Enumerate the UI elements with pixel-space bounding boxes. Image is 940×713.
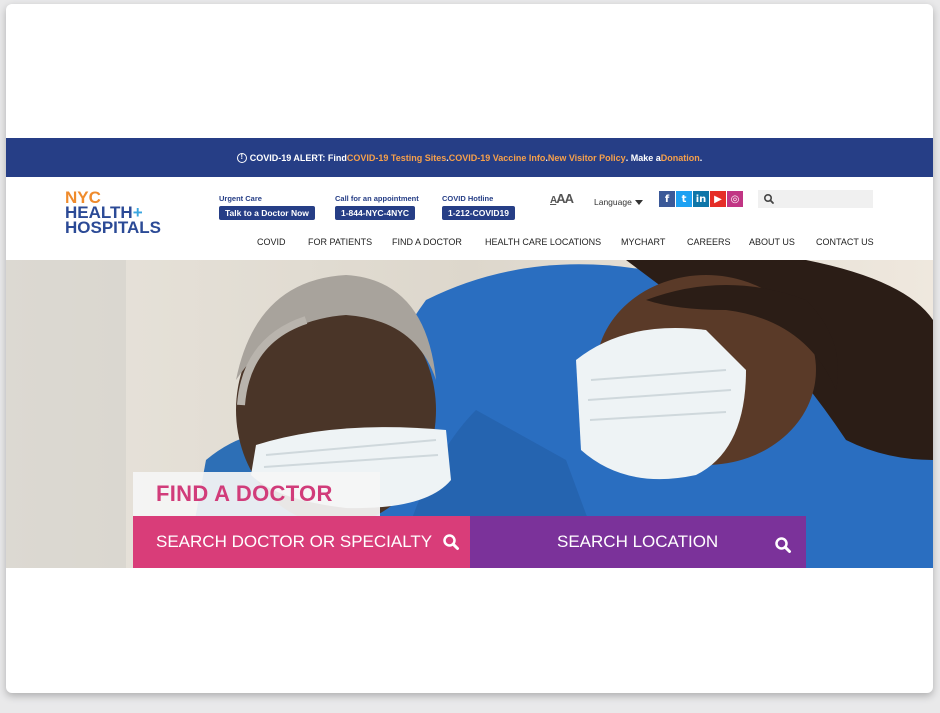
find-a-doctor-heading: FIND A DOCTOR (133, 472, 380, 516)
search-location-label: SEARCH LOCATION (557, 532, 719, 551)
search-doctor-label: SEARCH DOCTOR OR SPECIALTY (156, 532, 433, 551)
hotline-phone-button[interactable]: 1-212-COVID19 (442, 206, 515, 220)
nav-careers[interactable]: CAREERS (687, 237, 731, 247)
facebook-icon[interactable]: f (659, 191, 675, 207)
appointment-phone-button[interactable]: 1-844-NYC-4NYC (335, 206, 416, 220)
nav-about-us[interactable]: ABOUT US (749, 237, 795, 247)
alert-end: . (699, 152, 703, 163)
nav-mychart[interactable]: MYCHART (621, 237, 665, 247)
talk-to-doctor-button[interactable]: Talk to a Doctor Now (219, 206, 315, 220)
browser-window: ! COVID-19 ALERT: Find COVID-19 Testing … (6, 4, 933, 693)
hotline-caption: COVID Hotline (442, 194, 494, 203)
nav-covid[interactable]: COVID (257, 237, 286, 247)
text-size-large[interactable]: AA (556, 191, 574, 206)
testing-sites-link[interactable]: COVID-19 Testing Sites (347, 153, 446, 163)
site-header: NYC HEALTH+ HOSPITALS Urgent Care Talk t… (6, 177, 933, 260)
nav-contact-us[interactable]: CONTACT US (816, 237, 874, 247)
caret-down-icon (634, 200, 643, 206)
search-location-button[interactable]: SEARCH LOCATION (470, 516, 806, 568)
main-nav: COVID FOR PATIENTS FIND A DOCTOR HEALTH … (6, 237, 933, 253)
nav-health-care-locations[interactable]: HEALTH CARE LOCATIONS (485, 237, 601, 247)
appointment-group: Call for an appointment 1-844-NYC-4NYC (335, 194, 419, 221)
donation-link[interactable]: Donation (661, 153, 700, 163)
urgent-care-caption: Urgent Care (219, 194, 262, 203)
alert-mid: . Make a (625, 152, 661, 163)
search-icon[interactable] (763, 193, 775, 205)
covid-hotline-group: COVID Hotline 1-212-COVID19 (442, 194, 515, 221)
language-selector[interactable]: Language (594, 197, 643, 207)
search-doctor-button[interactable]: SEARCH DOCTOR OR SPECIALTY (133, 516, 470, 568)
urgent-care-group: Urgent Care Talk to a Doctor Now (219, 194, 315, 221)
language-label: Language (594, 197, 632, 207)
youtube-icon[interactable]: ▶ (710, 191, 726, 207)
nyc-health-hospitals-logo[interactable]: NYC HEALTH+ HOSPITALS (65, 189, 162, 237)
twitter-icon[interactable]: t (676, 191, 692, 207)
search-icon (443, 534, 460, 550)
site-search-input[interactable] (758, 190, 873, 208)
vaccine-info-link[interactable]: COVID-19 Vaccine Info (449, 153, 546, 163)
instagram-icon[interactable]: ◎ (727, 191, 743, 207)
search-icon (775, 537, 791, 553)
linkedin-icon[interactable]: in (693, 191, 709, 207)
visitor-policy-link[interactable]: New Visitor Policy (548, 153, 626, 163)
social-links: f t in ▶ ◎ (659, 191, 743, 207)
nav-for-patients[interactable]: FOR PATIENTS (308, 237, 372, 247)
nav-find-a-doctor[interactable]: FIND A DOCTOR (392, 237, 462, 247)
appointment-caption: Call for an appointment (335, 194, 419, 203)
alert-prefix: COVID-19 ALERT: Find (249, 152, 347, 163)
covid-alert-bar: ! COVID-19 ALERT: Find COVID-19 Testing … (6, 138, 933, 177)
alert-icon: ! (236, 152, 247, 163)
logo-hospitals: HOSPITALS (65, 218, 162, 237)
text-size-toggle[interactable]: AAA (550, 191, 574, 206)
